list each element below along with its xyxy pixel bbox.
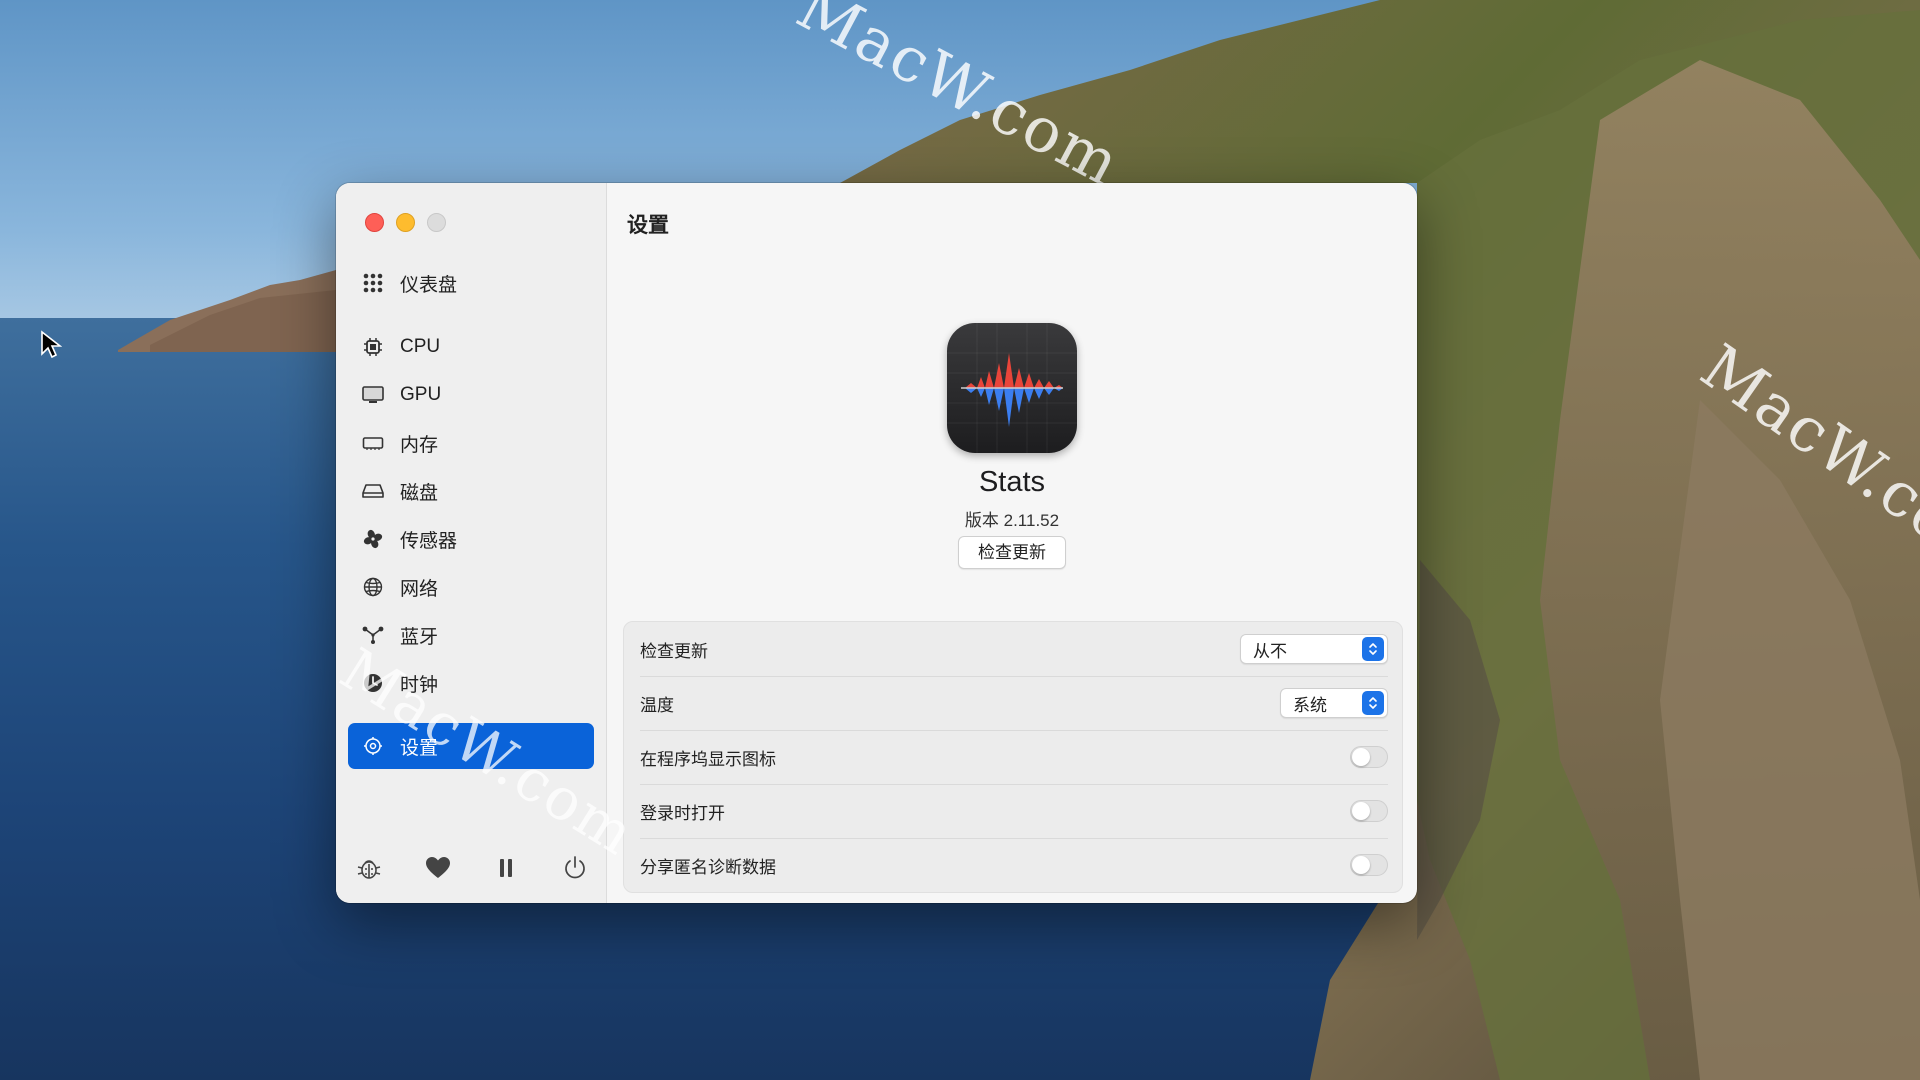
- window-controls: [365, 213, 446, 232]
- disk-icon: [361, 479, 385, 503]
- sidebar-item-sensors[interactable]: 传感器: [348, 516, 594, 562]
- sidebar-item-cpu[interactable]: CPU: [348, 324, 594, 370]
- sidebar-item-label: 网络: [400, 578, 439, 600]
- fan-icon: [361, 527, 385, 551]
- sidebar-item-label: 内存: [400, 434, 439, 456]
- stats-app-icon: [947, 323, 1077, 453]
- sidebar-item-label: 仪表盘: [400, 274, 458, 296]
- gear-icon: [361, 734, 385, 758]
- pause-icon[interactable]: [489, 851, 523, 885]
- app-name: Stats: [978, 466, 1046, 498]
- setting-label: 登录时打开: [640, 803, 725, 823]
- sidebar-item-label: GPU: [400, 384, 442, 405]
- check-update-button[interactable]: 检查更新: [958, 536, 1066, 569]
- launch-at-login-toggle[interactable]: [1350, 800, 1388, 822]
- temperature-unit-select[interactable]: 系统: [1280, 688, 1388, 718]
- globe-icon: [361, 575, 385, 599]
- settings-list: 检查更新 从不 温度 系统 在程序坞显示图标 登录时打开 分享匿名诊断数据: [623, 621, 1403, 893]
- sidebar-item-dashboard[interactable]: 仪表盘: [348, 260, 594, 306]
- setting-label: 分享匿名诊断数据: [640, 857, 776, 877]
- setting-row-diagnostics: 分享匿名诊断数据: [640, 838, 1388, 892]
- cpu-chip-icon: [361, 335, 385, 359]
- setting-row-login: 登录时打开: [640, 784, 1388, 839]
- sidebar-footer: [352, 851, 592, 885]
- bug-icon[interactable]: [352, 851, 386, 885]
- dashboard-grid-icon: [361, 271, 385, 295]
- minimize-window-button[interactable]: [396, 213, 415, 232]
- sidebar-item-label: CPU: [400, 336, 441, 357]
- page-title: 设置: [627, 214, 669, 237]
- sidebar-item-memory[interactable]: 内存: [348, 420, 594, 466]
- mouse-cursor-icon: [41, 330, 62, 359]
- close-window-button[interactable]: [365, 213, 384, 232]
- heart-icon[interactable]: [421, 851, 455, 885]
- dock-icon-toggle[interactable]: [1350, 746, 1388, 768]
- sidebar-item-label: 蓝牙: [400, 626, 439, 648]
- setting-label: 温度: [640, 695, 674, 715]
- settings-pane: 设置 Stats 版本 2.11.52 检查更新 检查更新 从不 温度 系统 在…: [607, 183, 1417, 903]
- setting-row-temperature: 温度 系统: [640, 676, 1388, 731]
- share-diagnostics-toggle[interactable]: [1350, 854, 1388, 876]
- chevron-updown-icon: [1362, 637, 1384, 661]
- app-version: 版本 2.11.52: [964, 511, 1060, 530]
- sidebar-item-label: 磁盘: [400, 482, 439, 504]
- zoom-window-button[interactable]: [427, 213, 446, 232]
- power-icon[interactable]: [558, 851, 592, 885]
- display-icon: [361, 383, 385, 407]
- sidebar-item-label: 传感器: [400, 530, 458, 552]
- update-frequency-select[interactable]: 从不: [1240, 634, 1388, 664]
- setting-row-dock-icon: 在程序坞显示图标: [640, 730, 1388, 785]
- select-value: 系统: [1293, 695, 1327, 715]
- chevron-updown-icon: [1362, 691, 1384, 715]
- memory-icon: [361, 431, 385, 455]
- sidebar-item-gpu[interactable]: GPU: [348, 372, 594, 418]
- select-value: 从不: [1253, 641, 1287, 661]
- setting-label: 检查更新: [640, 641, 708, 661]
- setting-row-update: 检查更新 从不: [640, 622, 1388, 677]
- setting-label: 在程序坞显示图标: [640, 749, 776, 769]
- sidebar-item-network[interactable]: 网络: [348, 564, 594, 610]
- sidebar-item-disk[interactable]: 磁盘: [348, 468, 594, 514]
